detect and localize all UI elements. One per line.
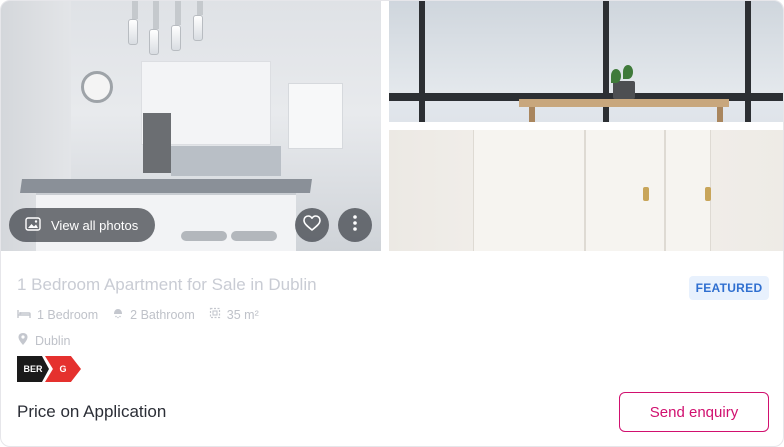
secondary-photo-top[interactable]: [389, 1, 783, 122]
listing-features: 1 Bedroom 2 Bathroom 35 m²: [17, 307, 259, 322]
property-card: View all photos 1 Bedroom Apartment for …: [0, 0, 784, 447]
feature-bedrooms: 1 Bedroom: [17, 308, 98, 322]
photo-detail: [181, 231, 227, 241]
photo-detail: [143, 113, 171, 173]
ber-label: BER: [17, 356, 49, 382]
shower-icon: [112, 307, 124, 322]
area-label: 35 m²: [226, 307, 259, 322]
photo-detail: [585, 130, 665, 251]
send-enquiry-button[interactable]: Send enquiry: [619, 392, 769, 432]
photo-detail: [611, 69, 621, 83]
photo-detail: [288, 83, 343, 149]
photo-detail: [425, 1, 603, 101]
photo-detail: [149, 29, 159, 55]
map-pin-icon: [17, 332, 29, 349]
feature-area: 35 m²: [209, 307, 259, 322]
photo-detail: [473, 130, 585, 251]
photo-detail: [171, 146, 281, 176]
area-icon: [209, 307, 221, 322]
photo-detail: [171, 25, 181, 51]
feature-bathrooms: 2 Bathroom: [112, 307, 195, 322]
photo-detail: [153, 1, 159, 29]
photo-detail: [609, 1, 783, 101]
favorite-button[interactable]: [295, 208, 329, 242]
bed-icon: [17, 308, 31, 322]
photo-detail: [519, 99, 729, 107]
listing-location: Dublin: [17, 332, 70, 349]
photo-detail: [419, 1, 425, 122]
listing-price: Price on Application: [17, 402, 167, 421]
photo-detail: [128, 19, 138, 45]
photo-detail: [231, 231, 277, 241]
ber-rating-value: G: [45, 356, 81, 382]
featured-badge: FEATURED: [689, 276, 769, 300]
image-icon: [25, 216, 41, 234]
listing-title[interactable]: 1 Bedroom Apartment for Sale in Dublin: [17, 275, 317, 295]
photo-detail: [389, 1, 419, 101]
photo-detail: [175, 1, 181, 25]
photo-detail: [717, 107, 723, 122]
photo-detail: [745, 1, 751, 122]
photo-detail: [529, 107, 535, 122]
location-label: Dublin: [35, 333, 71, 348]
view-all-photos-button[interactable]: View all photos: [9, 208, 155, 242]
photo-detail: [613, 81, 635, 99]
photo-gallery: View all photos: [1, 1, 783, 251]
photo-detail: [20, 179, 312, 193]
photo-detail: [705, 187, 711, 201]
photo-detail: [81, 71, 113, 103]
bedrooms-label: 1 Bedroom: [37, 307, 99, 322]
bathrooms-label: 2 Bathroom: [130, 307, 195, 322]
secondary-photo-bottom[interactable]: [389, 130, 783, 251]
photo-detail: [197, 1, 203, 15]
photo-detail: [643, 187, 649, 201]
more-vertical-icon: [352, 214, 358, 237]
photo-detail: [193, 15, 203, 41]
photo-detail: [623, 65, 633, 79]
photo-detail: [132, 1, 138, 19]
ber-rating-badge: BER G: [17, 356, 81, 382]
view-all-photos-label: View all photos: [51, 217, 139, 233]
more-options-button[interactable]: [338, 208, 372, 242]
heart-icon: [303, 214, 321, 236]
